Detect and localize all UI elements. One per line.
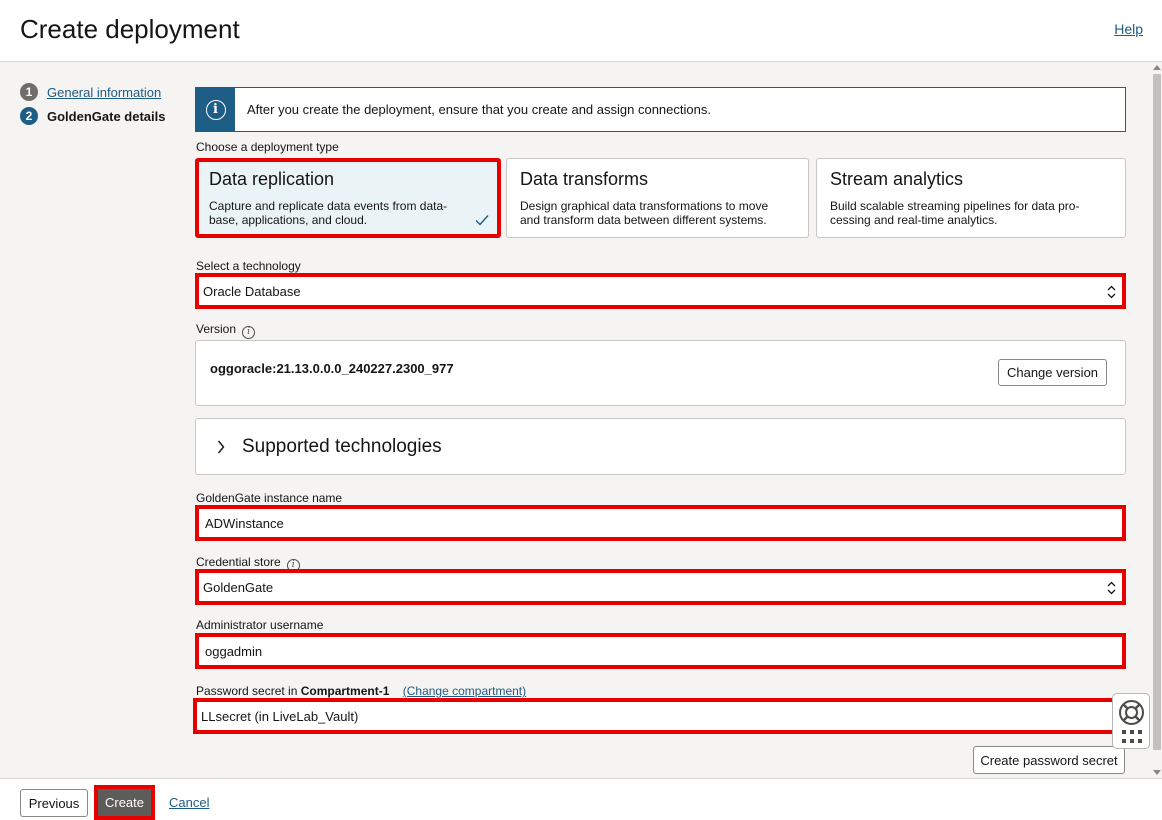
password-secret-select[interactable]: LLsecret (in LiveLab_Vault) (193, 698, 1126, 734)
version-panel: oggoracle:21.13.0.0.0_240227.2300_977 Ch… (195, 340, 1126, 406)
step-label: GoldenGate details (47, 108, 166, 124)
card-description: Design graphical data transformations to… (520, 199, 795, 227)
deployment-type-data-replication[interactable]: Data replication Capture and replicate d… (195, 158, 501, 238)
info-icon-box: i (196, 88, 235, 131)
step-label[interactable]: General information (47, 85, 161, 100)
compartment-name: Compartment-1 (300, 684, 390, 698)
scrollbar[interactable] (1152, 62, 1162, 778)
card-description-line: base, applications, and cloud. (209, 213, 368, 227)
create-button[interactable]: Create (98, 789, 151, 816)
card-title: Stream analytics (830, 169, 964, 189)
card-description: Build scalable streaming pipelines for d… (830, 199, 1112, 227)
password-secret-value: LLsecret (in LiveLab_Vault) (201, 708, 359, 724)
deployment-type-label: Choose a deployment type (196, 140, 339, 154)
technology-label: Select a technology (196, 259, 301, 273)
cancel-link[interactable]: Cancel (169, 795, 209, 810)
info-message: After you create the deployment, ensure … (247, 102, 711, 117)
password-secret-label-text: Password secret in (196, 684, 298, 698)
credential-store-value: GoldenGate (203, 579, 274, 595)
step-number: 1 (20, 83, 38, 101)
select-arrows-icon (1107, 581, 1116, 595)
admin-username-input[interactable]: oggadmin (195, 633, 1126, 669)
card-description-line: cessing and real-time analytics. (830, 213, 998, 227)
checkmark-icon (475, 215, 489, 226)
step-number: 2 (20, 107, 38, 125)
deployment-type-data-transforms[interactable]: Data transforms Design graphical data tr… (506, 158, 809, 238)
admin-username-label: Administrator username (196, 618, 324, 632)
scroll-up-arrow-icon[interactable] (1153, 64, 1161, 70)
select-arrows-icon (1107, 285, 1116, 299)
help-widget[interactable] (1112, 693, 1150, 749)
card-description-line: Capture and replicate data events from d… (209, 199, 448, 213)
credential-store-select[interactable]: GoldenGate (195, 569, 1126, 605)
grid-icon[interactable] (1122, 730, 1142, 744)
page-header: Create deployment Help (0, 0, 1162, 62)
life-ring-icon[interactable] (1118, 699, 1145, 726)
instance-name-input[interactable]: ADWinstance (195, 505, 1126, 541)
password-secret-label: Password secret in Compartment-1 (Change… (196, 684, 526, 698)
previous-button[interactable]: Previous (20, 789, 88, 817)
technology-value: Oracle Database (203, 283, 301, 299)
change-version-button[interactable]: Change version (998, 359, 1107, 386)
wizard-steps: 1 General information 2 GoldenGate detai… (20, 80, 190, 128)
card-description-line: and transform data between different sys… (520, 213, 767, 227)
card-description-line: Design graphical data transformations to… (520, 199, 769, 213)
credential-store-label-text: Credential store (196, 555, 281, 569)
supported-technologies-toggle[interactable]: Supported technologies (195, 418, 1126, 475)
scroll-thumb[interactable] (1153, 74, 1161, 750)
card-description-line: Build scalable streaming pipelines for d… (830, 199, 1080, 213)
page-title: Create deployment (20, 14, 240, 44)
step-general-information[interactable]: 1 General information (20, 80, 190, 104)
card-title: Data transforms (520, 169, 649, 189)
technology-select[interactable]: Oracle Database (195, 273, 1126, 309)
info-icon: i (205, 99, 226, 120)
info-icon[interactable]: i (242, 325, 256, 339)
card-title: Data replication (209, 169, 335, 189)
page-footer: Previous Create Cancel (0, 778, 1162, 820)
chevron-right-icon (217, 440, 225, 454)
change-compartment-link[interactable]: (Change compartment) (403, 684, 526, 698)
version-label: Version i (196, 322, 256, 339)
info-banner: i After you create the deployment, ensur… (195, 87, 1126, 132)
card-description: Capture and replicate data events from d… (209, 199, 487, 227)
scroll-down-arrow-icon[interactable] (1153, 770, 1161, 776)
create-password-secret-button[interactable]: Create password secret (973, 746, 1125, 774)
create-button-highlight: Create (94, 785, 155, 820)
version-value: oggoracle:21.13.0.0.0_240227.2300_977 (210, 361, 454, 376)
step-goldengate-details: 2 GoldenGate details (20, 104, 190, 128)
instance-name-label: GoldenGate instance name (196, 491, 343, 505)
deployment-type-stream-analytics[interactable]: Stream analytics Build scalable streamin… (816, 158, 1126, 238)
version-label-text: Version (196, 322, 237, 336)
supported-technologies-title: Supported technologies (242, 436, 442, 457)
help-link[interactable]: Help (1114, 21, 1143, 37)
